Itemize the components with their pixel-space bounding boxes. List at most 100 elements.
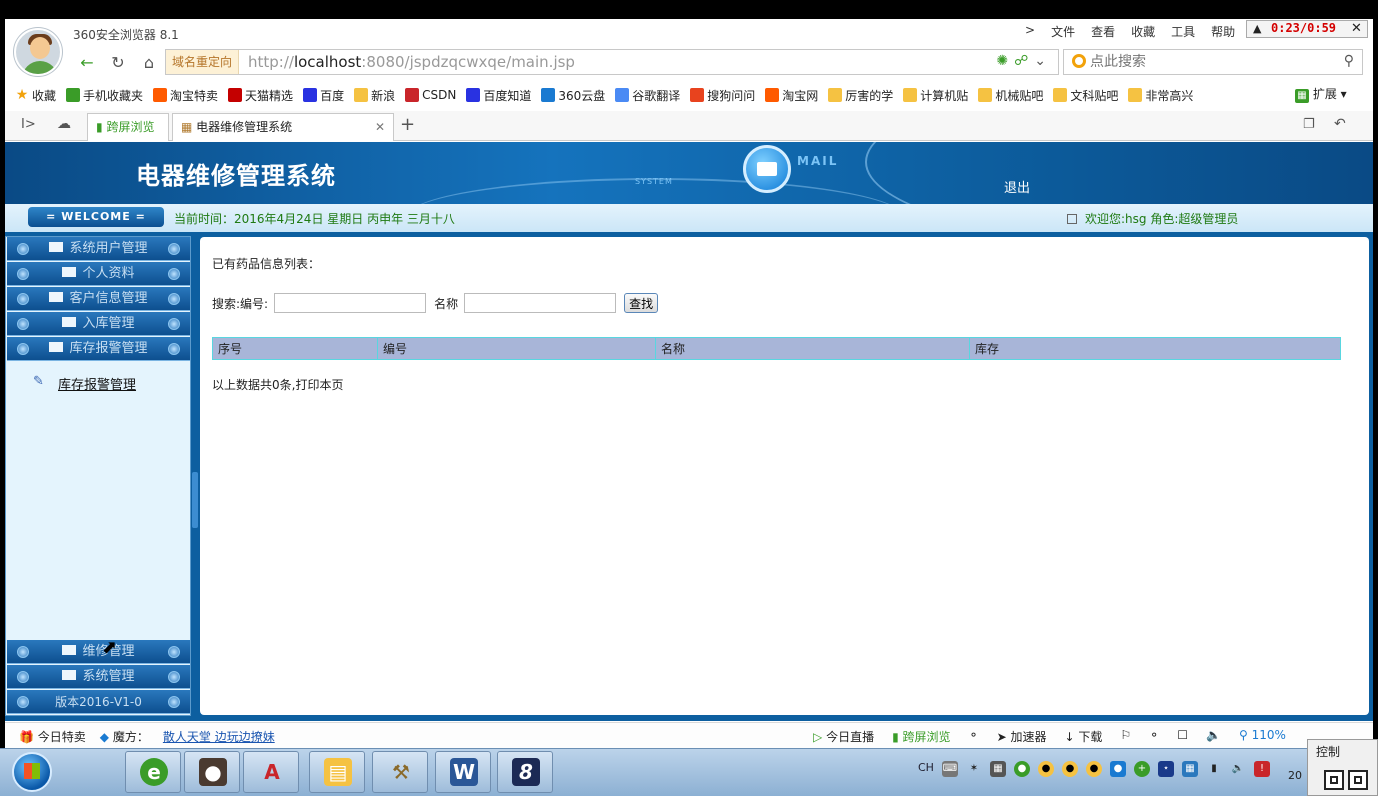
address-bar[interactable]: 域名重定向 http://localhost:8080/jspdzqcwxqe/… [165, 49, 1059, 75]
url-text[interactable]: http://localhost:8080/jspdzqcwxqe/main.j… [248, 50, 575, 74]
qq-icon-3[interactable]: ● [1085, 761, 1102, 777]
sidebar-item-system-users[interactable]: 系统用户管理 [7, 237, 190, 261]
task-photo[interactable]: ● [184, 751, 240, 793]
sidebar-item-profile[interactable]: 个人资料 [7, 262, 190, 286]
volume-icon[interactable]: 🔈 [1230, 761, 1246, 777]
tray-app-icon[interactable]: ▦ [989, 761, 1006, 777]
undo-icon[interactable]: ↶ [1334, 116, 1346, 132]
favorite-item[interactable]: 文科贴吧 [1053, 87, 1118, 104]
submenu-stock-alarm-link[interactable]: 库存报警管理 [58, 374, 136, 393]
refresh-button[interactable]: ↻ [107, 53, 129, 73]
sidebar-item-system[interactable]: 系统管理 [7, 665, 190, 689]
zoom-level[interactable]: ⚲ 110% [1239, 728, 1286, 745]
address-icons[interactable]: ✺☍⌄ [996, 53, 1052, 69]
new-tab-button[interactable]: + [400, 114, 415, 135]
task-pdf[interactable]: A [243, 751, 299, 793]
search-icon[interactable]: ⚲ [1344, 53, 1354, 69]
sidebar-item-customers[interactable]: 客户信息管理 [7, 287, 190, 311]
menu-help[interactable]: 帮助 [1211, 23, 1235, 40]
sidebar-item-stock-in[interactable]: 入库管理 [7, 312, 190, 336]
favorite-item[interactable]: 新浪 [354, 87, 395, 104]
sidebar-item-repair[interactable]: 维修管理 [7, 640, 190, 664]
accelerator-button[interactable]: ➤ 加速器 [997, 728, 1047, 745]
app-header: 电器维修管理系统 SYSTEM MAIL 退出 [5, 142, 1373, 204]
start-button[interactable] [12, 752, 52, 792]
live-button[interactable]: ▷ 今日直播 [813, 728, 874, 745]
favorite-item[interactable]: 百度 [303, 87, 344, 104]
restore-icon[interactable]: ❐ [1303, 117, 1315, 132]
search-input[interactable] [1090, 52, 1330, 72]
task-app-8[interactable]: 8 [497, 751, 553, 793]
task-explorer[interactable]: ▤ [309, 751, 365, 793]
code-input[interactable] [274, 293, 427, 313]
bluetooth-icon[interactable]: ⋆ [1157, 761, 1174, 777]
search-box[interactable]: ⚲ [1063, 49, 1363, 75]
tmall-icon [228, 88, 243, 102]
shield-icon[interactable]: + [1133, 761, 1150, 777]
ie-compat-icon[interactable]: ⚬ [1149, 728, 1159, 745]
qq-icon[interactable]: ● [1037, 761, 1054, 777]
volume-icon[interactable]: 🔈 [1206, 728, 1221, 745]
menu-arrow-icon[interactable]: > [1025, 23, 1035, 40]
favorite-item[interactable]: 淘宝特卖 [153, 87, 218, 104]
favorite-item[interactable]: 非常高兴 [1128, 87, 1193, 104]
cloud-icon[interactable]: ☁ [57, 116, 71, 132]
shirt-icon[interactable]: ▲ [1253, 22, 1261, 35]
favorite-item[interactable]: ★ 收藏 [15, 87, 56, 104]
sidebar-toggle-icon[interactable]: I> [21, 117, 36, 132]
name-input[interactable] [464, 293, 617, 313]
app-title: 电器维修管理系统 [136, 161, 336, 190]
menu-tools[interactable]: 工具 [1171, 23, 1195, 40]
tab-close-icon[interactable]: ✕ [375, 114, 385, 140]
find-button[interactable]: 查找 [624, 293, 659, 313]
close-icon[interactable]: ✕ [1351, 21, 1362, 36]
tab-cross-screen[interactable]: ▮ 跨屏浏览 [87, 113, 169, 141]
home-button[interactable]: ⌂ [138, 53, 160, 73]
lang-indicator[interactable]: CH [918, 761, 934, 777]
favorite-item[interactable]: 手机收藏夹 [66, 87, 143, 104]
qq-icon-2[interactable]: ● [1061, 761, 1078, 777]
favorite-item[interactable]: 360云盘 [541, 87, 605, 104]
clock: 20 [1288, 769, 1302, 782]
cross-screen-button[interactable]: ▮ 跨屏浏览 [892, 728, 950, 745]
favorite-item[interactable]: 机械贴吧 [978, 87, 1043, 104]
download-button[interactable]: ↓ 下载 [1065, 728, 1103, 745]
record-icon[interactable]: ● [1013, 761, 1030, 777]
task-tools[interactable]: ⚒ [372, 751, 428, 793]
task-word[interactable]: W [435, 751, 491, 793]
favorite-item[interactable]: 百度知道 [466, 87, 531, 104]
star-tray-icon[interactable]: ✶ [966, 761, 982, 777]
extensions-button[interactable]: ▦ 扩展 ▾ [1295, 85, 1347, 103]
favorite-item[interactable]: CSDN [405, 88, 456, 102]
menu-file[interactable]: 文件 [1051, 23, 1075, 40]
sidebar-version: 版本2016-V1-0 [7, 690, 190, 714]
pip-button[interactable] [1324, 770, 1344, 790]
menu-view[interactable]: 查看 [1091, 23, 1115, 40]
tab-active[interactable]: ▦ 电器维修管理系统 ✕ [172, 113, 394, 141]
sidebar-item-stock-alarm[interactable]: 库存报警管理 [7, 337, 190, 361]
today-deals[interactable]: 🎁 今日特卖 [19, 728, 86, 745]
favorite-item[interactable]: 天猫精选 [228, 87, 293, 104]
user-tray-icon[interactable]: ● [1109, 761, 1126, 777]
favorite-item[interactable]: 淘宝网 [765, 87, 818, 104]
alert-icon[interactable]: ! [1253, 761, 1270, 777]
flag-icon[interactable]: ⚐ [1120, 728, 1131, 745]
menu-favorites[interactable]: 收藏 [1131, 23, 1155, 40]
magic-link[interactable]: 散人天堂 边玩边撩妹 [163, 728, 275, 745]
keyboard-icon[interactable]: ⌨ [941, 761, 958, 777]
network-app-icon[interactable]: ▦ [1181, 761, 1198, 777]
favorite-item[interactable]: 谷歌翻译 [615, 87, 680, 104]
fullscreen-button[interactable] [1348, 770, 1368, 790]
logout-link[interactable]: 退出 [1004, 177, 1030, 196]
favorite-item[interactable]: 计算机贴 [903, 87, 968, 104]
sidebar-splitter[interactable] [192, 472, 198, 528]
favorite-item[interactable]: 厉害的学 [828, 87, 893, 104]
task-360-browser[interactable]: e [125, 751, 181, 793]
signal-icon[interactable]: ▮ [1206, 761, 1222, 777]
redirect-badge[interactable]: 域名重定向 [166, 50, 240, 74]
favorite-item[interactable]: 搜狗问问 [690, 87, 755, 104]
ie-icon[interactable]: ⚬ [969, 728, 979, 745]
back-button[interactable]: ← [76, 53, 98, 73]
user-avatar[interactable] [14, 28, 62, 76]
window-icon[interactable]: ☐ [1177, 728, 1188, 745]
